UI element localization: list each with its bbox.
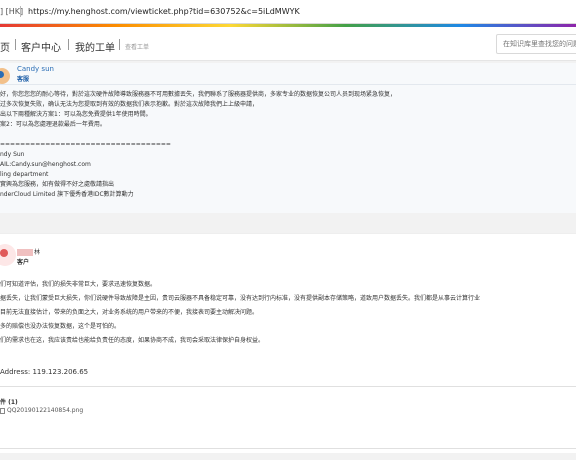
message-line: 多的赔偿也没办法恢复数据，这个是可怕的。 — [0, 323, 121, 330]
staff-message-body: 好，你您您您的耐心等待，對於這次硬件故障導致服務器不可用數據丟失，我們聯系了服務… — [0, 90, 576, 200]
message-line: ling department — [0, 171, 49, 178]
message-line: ndy Sun — [0, 151, 25, 158]
customer-role: 客户 — [17, 259, 30, 266]
attachments-title: 件 (1) — [0, 399, 18, 406]
message-line: 案2：可以為您處理退款最后一年費用。 — [0, 121, 106, 128]
nav-item-home[interactable]: 页 — [0, 39, 10, 54]
nav-divider — [68, 39, 69, 50]
message-line: 目前无法直接估计，带来的负面之大，对业务系统的用户带来的不便，我接表司要主动解决… — [0, 309, 259, 316]
customer-avatar — [0, 244, 16, 266]
nav-item-client-center[interactable]: 客户中心 — [21, 39, 61, 54]
address-divider — [20, 6, 21, 17]
customer-message-body: 们可知道评估，我们的损失非常巨大，要求迅速恢复数据。 据丢失，让我们蒙受巨大损失… — [0, 278, 576, 348]
nav-item-my-tickets[interactable]: 我的工单 — [75, 39, 115, 54]
attachment-link[interactable]: QQ20190122140854.png — [0, 407, 83, 414]
staff-role: 客服 — [17, 76, 30, 83]
message-line: 过多次恢复失败，确认无法为您提取到有效的数据我们表示抱歉。對於這次故障我們上上級… — [0, 101, 259, 108]
customer-name-suffix: 林 — [34, 249, 41, 256]
message-line: 實興為您服務，如有做得不好之處敬請指出 — [0, 181, 115, 188]
top-nav: 页 客户中心 我的工单 查看工单 — [0, 27, 576, 61]
customer-name: 林 — [17, 247, 40, 256]
divider — [0, 386, 576, 387]
staff-name: Candy sun — [17, 65, 54, 73]
redacted-name-block — [17, 249, 33, 256]
attachment-filename[interactable]: QQ20190122140854.png — [7, 407, 83, 414]
message-line: 出以下兩種解決方案1：可以為您免費提供1年使用時間。 — [0, 111, 152, 118]
ip-address: Address: 119.123.206.65 — [0, 368, 89, 376]
breadcrumb: 查看工单 — [125, 44, 150, 51]
knowledgebase-search-input[interactable] — [496, 34, 576, 54]
message-line: 据丢失，让我们蒙受巨大损失，你们说硬件导致故障是主因，贵司云服器不具备稳定可靠，… — [0, 295, 481, 302]
staff-reply: Candy sun 客服 好，你您您您的耐心等待，對於這次硬件故障導致服務器不可… — [0, 63, 576, 213]
message-line: ================================== — [0, 141, 171, 148]
customer-reply: 林 客户 们可知道评估，我们的损失非常巨大，要求迅速恢复数据。 据丢失，让我们蒙… — [0, 233, 576, 453]
nav-divider — [119, 39, 120, 50]
file-icon — [0, 407, 5, 414]
url-text[interactable]: https://my.henghost.com/viewticket.php?t… — [28, 7, 300, 16]
message-line: 们的需求也在这，我应该责给也能给负责任的态度，如果协商不成，我司会采取法律保护自… — [0, 337, 265, 344]
divider — [0, 448, 576, 449]
browser-address-bar[interactable]: ] [HK] https://my.henghost.com/viewticke… — [0, 0, 576, 24]
message-line — [0, 130, 576, 140]
staff-reply-header: Candy sun 客服 — [0, 63, 576, 85]
message-line: 们可知道评估，我们的损失非常巨大，要求迅速恢复数据。 — [0, 281, 157, 288]
message-line: 好，你您您您的耐心等待，對於這次硬件故障導致服務器不可用數據丟失，我們聯系了服務… — [0, 91, 397, 98]
nav-divider — [15, 39, 16, 50]
message-line: AIL:Candy.sun@henghost.com — [0, 161, 91, 168]
staff-avatar — [0, 68, 10, 84]
message-line: nderCloud Limited 旗下優秀香港IDC數計算動力 — [0, 191, 134, 198]
